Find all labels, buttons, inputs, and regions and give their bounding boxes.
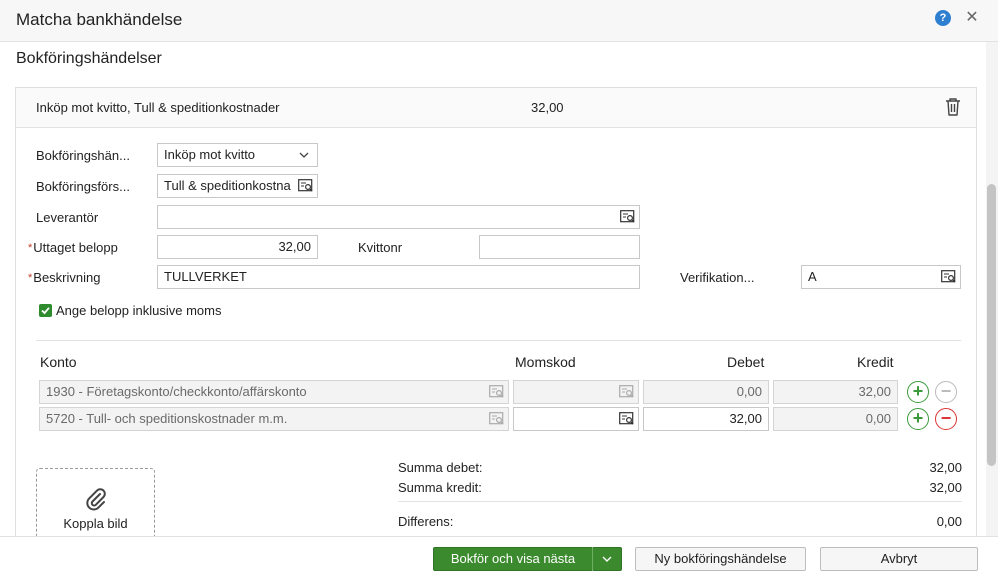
book-and-next-button[interactable]: Bokför och visa nästa: [433, 547, 593, 571]
diff-value: 0,00: [936, 514, 962, 529]
event-description: Inköp mot kvitto, Tull & speditionkostna…: [36, 100, 280, 115]
add-row-button[interactable]: +: [907, 408, 929, 430]
sum-debit-value: 32,00: [929, 460, 962, 475]
header-debit: Debet: [727, 354, 765, 370]
template-label: Bokföringsförs...: [36, 179, 130, 194]
event-type-value: Inköp mot kvitto: [164, 147, 256, 162]
template-value: Tull & speditionkostnader: [164, 178, 291, 193]
lookup-icon: [489, 412, 504, 425]
lookup-icon[interactable]: [619, 412, 634, 426]
row2-credit-value: 0,00: [865, 411, 891, 426]
required-mark: *: [28, 272, 33, 284]
row1-vat-code[interactable]: [513, 380, 639, 404]
lookup-icon: [619, 385, 634, 398]
dialog-title: Matcha bankhändelse: [16, 10, 183, 29]
section-title: Bokföringshändelser: [16, 50, 162, 67]
vat-inclusive-checkbox[interactable]: [39, 304, 52, 317]
scrollbar-thumb[interactable]: [987, 184, 996, 466]
description-label-text: Beskrivning: [33, 270, 101, 285]
check-icon: [41, 307, 50, 315]
row2-vat-code[interactable]: [513, 407, 639, 431]
sum-debit-label: Summa debet:: [398, 460, 483, 475]
row1-debit-value: 0,00: [736, 384, 762, 399]
event-type-select[interactable]: Inköp mot kvitto: [157, 143, 318, 167]
event-type-label: Bokföringshän...: [36, 148, 130, 163]
row2-debit[interactable]: 32,00: [643, 407, 769, 431]
cancel-button[interactable]: Avbryt: [820, 547, 978, 571]
event-amount: 32,00: [531, 100, 564, 115]
new-event-button[interactable]: Ny bokföringshändelse: [635, 547, 806, 571]
paperclip-icon: [86, 488, 106, 511]
chevron-down-icon: [602, 556, 612, 562]
row1-account[interactable]: 1930 - Företagskonto/checkkonto/affärsko…: [39, 380, 509, 404]
required-mark: *: [28, 242, 33, 254]
lookup-icon: [489, 385, 504, 398]
lookup-icon[interactable]: [941, 270, 956, 284]
close-icon[interactable]: ✕: [964, 9, 980, 27]
template-input[interactable]: Tull & speditionkostnader: [157, 174, 318, 198]
receipt-input[interactable]: [479, 235, 640, 259]
row1-credit-value: 32,00: [858, 384, 891, 399]
supplier-input[interactable]: [157, 205, 640, 229]
remove-row-button-disabled: −: [935, 381, 957, 403]
description-label: *Beskrivning: [28, 270, 100, 285]
description-value: TULLVERKET: [164, 269, 247, 284]
attach-image-label: Koppla bild: [63, 516, 128, 531]
row2-credit[interactable]: 0,00: [773, 407, 898, 431]
lookup-icon[interactable]: [620, 210, 635, 224]
row1-account-value: 1930 - Företagskonto/checkkonto/affärsko…: [46, 384, 307, 399]
vat-inclusive-label[interactable]: Ange belopp inklusive moms: [56, 303, 221, 318]
verification-value: A: [808, 269, 817, 284]
add-row-button[interactable]: +: [907, 381, 929, 403]
supplier-label: Leverantör: [36, 210, 99, 225]
trash-icon[interactable]: [944, 97, 962, 117]
help-icon[interactable]: ?: [935, 10, 951, 26]
verification-label: Verifikation...: [680, 270, 755, 285]
remove-row-button[interactable]: −: [935, 408, 957, 430]
row1-debit[interactable]: 0,00: [643, 380, 769, 404]
header-credit: Kredit: [857, 354, 894, 370]
summary-divider: [398, 501, 962, 502]
row2-debit-value: 32,00: [729, 411, 762, 426]
divider: [36, 340, 961, 341]
amount-label-text: Uttaget belopp: [33, 240, 118, 255]
verification-input[interactable]: A: [801, 265, 961, 289]
event-header[interactable]: Inköp mot kvitto, Tull & speditionkostna…: [16, 88, 976, 128]
amount-input[interactable]: 32,00: [157, 235, 318, 259]
row2-account-value: 5720 - Tull- och speditionskostnader m.m…: [46, 411, 288, 426]
header-account: Konto: [40, 354, 77, 370]
sum-credit-label: Summa kredit:: [398, 480, 482, 495]
chevron-down-icon: [299, 152, 309, 158]
amount-label: *Uttaget belopp: [28, 240, 118, 255]
row1-credit[interactable]: 32,00: [773, 380, 898, 404]
receipt-label: Kvittonr: [358, 240, 403, 255]
book-options-dropdown[interactable]: [592, 547, 622, 571]
amount-value: 32,00: [278, 239, 311, 254]
row2-account[interactable]: 5720 - Tull- och speditionskostnader m.m…: [39, 407, 509, 431]
header-vat-code: Momskod: [515, 354, 576, 370]
dialog-titlebar: Matcha bankhändelse ? ✕: [0, 0, 998, 42]
sum-credit-value: 32,00: [929, 480, 962, 495]
lookup-icon[interactable]: [298, 179, 313, 193]
diff-label: Differens:: [398, 514, 454, 529]
description-input[interactable]: TULLVERKET: [157, 265, 640, 289]
